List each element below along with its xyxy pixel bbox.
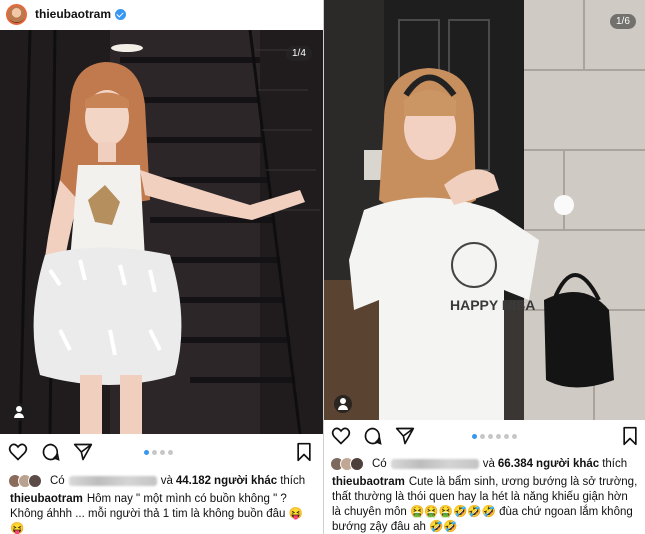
share-icon [73,443,93,461]
blurred-username [68,476,157,486]
heart-icon [331,427,351,445]
post-header: thieubaotram [0,0,323,28]
shirt-print: HAPPY NISA [450,297,535,313]
liker-avatars [8,474,42,488]
post-photo[interactable]: HAPPY NISA 1/6 [324,0,645,420]
likes-row: Có và 44.182 người khác thích [0,472,323,490]
likes-and: và [482,458,495,470]
share-icon [395,427,415,445]
tag-people-icon[interactable] [334,395,352,413]
carousel-dot [168,450,173,455]
avatar [28,474,42,488]
likes-others[interactable]: người khác [214,475,277,487]
carousel-dots [144,450,173,455]
photo-illustration [0,30,323,434]
caption: thieubaotram Hôm nay " một mình có buồn k… [10,492,315,534]
heart-icon [8,443,28,461]
bookmark-icon [297,442,311,462]
slide-counter: 1/6 [610,14,636,29]
caption-username[interactable]: thieubaotram [10,493,83,505]
blurred-username [390,459,479,469]
likes-prefix: Có [372,458,387,470]
carousel-dot [488,434,493,439]
carousel-dot [504,434,509,439]
carousel-dot [144,450,149,455]
carousel-dot [472,434,477,439]
likes-and: và [160,475,173,487]
photo-illustration: HAPPY NISA [324,0,645,420]
likes-count[interactable]: 44.182 [176,475,211,487]
verified-icon [115,8,127,20]
share-button[interactable] [72,441,94,463]
likes-prefix: Có [50,475,65,487]
carousel-dot [480,434,485,439]
action-bar [324,425,645,449]
carousel-dot [160,450,165,455]
save-button[interactable] [619,425,641,447]
save-button[interactable] [293,441,315,463]
right-post: HAPPY NISA 1/6 Có và 66.384 người khác t… [324,0,645,534]
bookmark-icon [623,426,637,446]
comment-button[interactable] [40,441,62,463]
carousel-dots [472,434,517,439]
likes-suffix: thích [602,458,628,470]
carousel-dot [512,434,517,439]
avatar [350,457,364,471]
share-button[interactable] [394,425,416,447]
slide-counter: 1/4 [286,46,312,61]
likes-row: Có và 66.384 người khác thích [324,455,645,473]
action-bar [0,441,323,465]
caption: thieubaotram Cute là bẩm sinh, ương bướng… [332,475,638,534]
likes-count[interactable]: 66.384 [498,458,533,470]
like-button[interactable] [330,425,352,447]
likes-suffix: thích [280,475,306,487]
post-photo[interactable]: 1/4 [0,30,323,434]
caption-username[interactable]: thieubaotram [332,476,405,488]
carousel-dot [152,450,157,455]
like-button[interactable] [7,441,29,463]
likes-others[interactable]: người khác [536,458,599,470]
carousel-dot [496,434,501,439]
username[interactable]: thieubaotram [35,7,111,21]
tag-people-icon[interactable] [10,403,28,421]
left-post: thieubaotram 1/4 Có và 44.182 người khác… [0,0,323,534]
comment-button[interactable] [362,425,384,447]
avatar[interactable] [6,3,27,25]
comment-icon [42,443,60,461]
comment-icon [364,427,382,445]
liker-avatars [330,457,364,471]
